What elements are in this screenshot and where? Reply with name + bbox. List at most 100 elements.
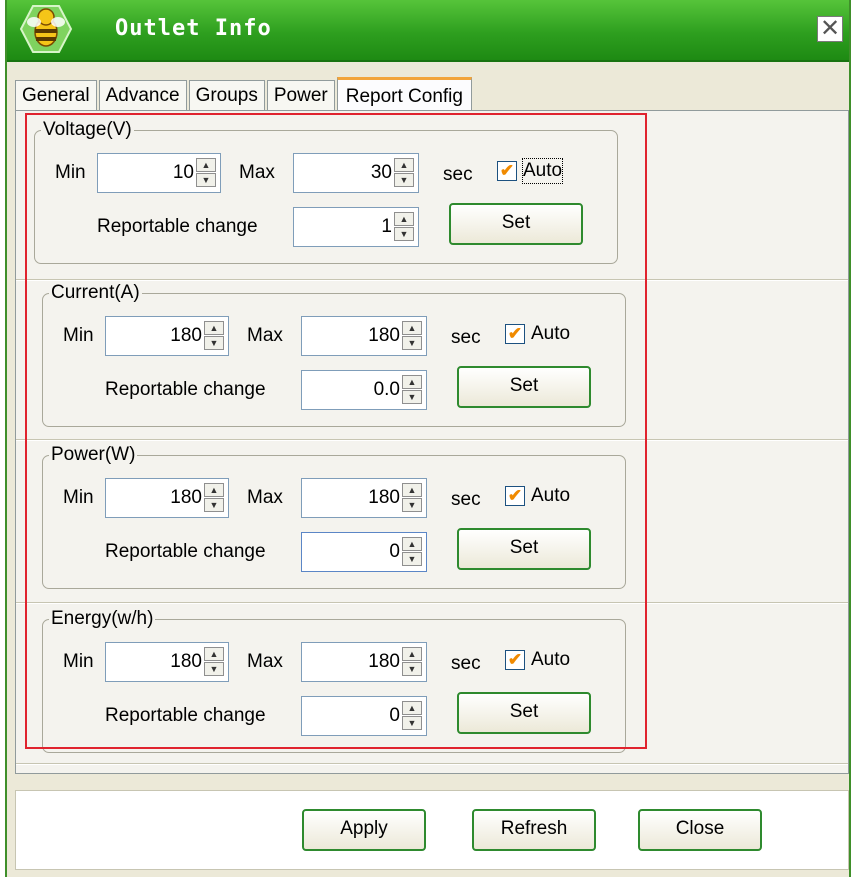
max-spinner[interactable]: ▲ ▼ xyxy=(402,647,422,677)
max-field[interactable]: 180 ▲ ▼ xyxy=(301,316,427,356)
reportable-change-field[interactable]: 0 ▲ ▼ xyxy=(301,696,427,736)
sec-label: sec xyxy=(443,164,473,185)
spin-down-icon[interactable]: ▼ xyxy=(402,552,422,566)
apply-button[interactable]: Apply xyxy=(302,809,426,851)
max-value: 30 xyxy=(370,162,392,183)
spin-up-icon[interactable]: ▲ xyxy=(204,647,224,661)
set-button[interactable]: Set xyxy=(457,692,591,734)
min-label: Min xyxy=(63,325,94,346)
reportable-change-value: 1 xyxy=(381,216,392,237)
spin-down-icon[interactable]: ▼ xyxy=(402,498,422,512)
min-spinner[interactable]: ▲ ▼ xyxy=(204,647,224,677)
spin-up-icon[interactable]: ▲ xyxy=(402,701,422,715)
current-group: Current(A) Min 180 ▲ ▼ Max 180 ▲ ▼ sec ✔ A… xyxy=(42,282,626,427)
group-legend: Current(A) xyxy=(49,282,142,304)
auto-label[interactable]: Auto xyxy=(531,648,570,672)
auto-checkbox[interactable]: ✔ xyxy=(505,650,525,670)
change-spinner[interactable]: ▲ ▼ xyxy=(402,701,422,731)
max-label: Max xyxy=(239,162,275,183)
min-value: 180 xyxy=(170,325,202,346)
reportable-change-field[interactable]: 1 ▲ ▼ xyxy=(293,207,419,247)
close-icon[interactable]: ✕ xyxy=(817,16,843,42)
spin-down-icon[interactable]: ▼ xyxy=(394,173,414,187)
spin-up-icon[interactable]: ▲ xyxy=(402,483,422,497)
tab-report-config[interactable]: Report Config xyxy=(336,77,472,111)
spin-down-icon[interactable]: ▼ xyxy=(204,498,224,512)
spin-down-icon[interactable]: ▼ xyxy=(204,336,224,350)
min-field[interactable]: 180 ▲ ▼ xyxy=(105,316,229,356)
min-label: Min xyxy=(63,651,94,672)
spin-down-icon[interactable]: ▼ xyxy=(402,716,422,730)
group-legend: Power(W) xyxy=(49,444,138,466)
min-spinner[interactable]: ▲ ▼ xyxy=(196,158,216,188)
min-field[interactable]: 180 ▲ ▼ xyxy=(105,478,229,518)
reportable-change-label: Reportable change xyxy=(105,379,266,400)
auto-label[interactable]: Auto xyxy=(531,322,570,346)
tab-groups[interactable]: Groups xyxy=(188,80,265,110)
max-spinner[interactable]: ▲ ▼ xyxy=(402,483,422,513)
sec-label: sec xyxy=(451,489,481,510)
set-button[interactable]: Set xyxy=(457,366,591,408)
reportable-change-label: Reportable change xyxy=(97,216,258,237)
min-value: 180 xyxy=(170,487,202,508)
tab-strip: General Advance Groups Power Report Conf… xyxy=(15,76,474,111)
change-spinner[interactable]: ▲ ▼ xyxy=(394,212,414,242)
refresh-button[interactable]: Refresh xyxy=(472,809,596,851)
change-spinner[interactable]: ▲ ▼ xyxy=(402,537,422,567)
max-spinner[interactable]: ▲ ▼ xyxy=(394,158,414,188)
close-button[interactable]: Close xyxy=(638,809,762,851)
max-field[interactable]: 180 ▲ ▼ xyxy=(301,478,427,518)
separator xyxy=(16,279,848,281)
tab-power[interactable]: Power xyxy=(266,80,335,110)
group-legend: Energy(w/h) xyxy=(49,608,156,630)
spin-up-icon[interactable]: ▲ xyxy=(196,158,216,172)
min-field[interactable]: 10 ▲ ▼ xyxy=(97,153,221,193)
min-field[interactable]: 180 ▲ ▼ xyxy=(105,642,229,682)
spin-down-icon[interactable]: ▼ xyxy=(402,336,422,350)
bee-icon xyxy=(19,5,73,53)
separator xyxy=(16,439,848,441)
spin-up-icon[interactable]: ▲ xyxy=(402,321,422,335)
tab-advance[interactable]: Advance xyxy=(98,80,187,110)
tab-general[interactable]: General xyxy=(15,80,97,110)
max-label: Max xyxy=(247,651,283,672)
spin-down-icon[interactable]: ▼ xyxy=(394,227,414,241)
spin-up-icon[interactable]: ▲ xyxy=(402,647,422,661)
max-value: 180 xyxy=(368,487,400,508)
auto-label[interactable]: Auto xyxy=(521,158,564,184)
min-spinner[interactable]: ▲ ▼ xyxy=(204,321,224,351)
spin-down-icon[interactable]: ▼ xyxy=(402,390,422,404)
reportable-change-field[interactable]: 0.0 ▲ ▼ xyxy=(301,370,427,410)
power-group: Power(W) Min 180 ▲ ▼ Max 180 ▲ ▼ sec ✔ Aut… xyxy=(42,444,626,589)
auto-checkbox[interactable]: ✔ xyxy=(505,324,525,344)
title-bar[interactable]: Outlet Info ✕ xyxy=(7,0,849,62)
sec-label: sec xyxy=(451,653,481,674)
separator xyxy=(16,763,848,765)
spin-up-icon[interactable]: ▲ xyxy=(204,321,224,335)
reportable-change-value: 0 xyxy=(389,705,400,726)
reportable-change-value: 0.0 xyxy=(373,379,400,400)
auto-checkbox[interactable]: ✔ xyxy=(505,486,525,506)
sec-label: sec xyxy=(451,327,481,348)
spin-down-icon[interactable]: ▼ xyxy=(204,662,224,676)
max-field[interactable]: 30 ▲ ▼ xyxy=(293,153,419,193)
spin-down-icon[interactable]: ▼ xyxy=(402,662,422,676)
min-spinner[interactable]: ▲ ▼ xyxy=(204,483,224,513)
set-button[interactable]: Set xyxy=(457,528,591,570)
max-spinner[interactable]: ▲ ▼ xyxy=(402,321,422,351)
energy-group: Energy(w/h) Min 180 ▲ ▼ Max 180 ▲ ▼ sec ✔ … xyxy=(42,608,626,753)
spin-up-icon[interactable]: ▲ xyxy=(394,158,414,172)
auto-label[interactable]: Auto xyxy=(531,484,570,508)
max-field[interactable]: 180 ▲ ▼ xyxy=(301,642,427,682)
reportable-change-field[interactable]: 0 ▲ ▼ xyxy=(301,532,427,572)
spin-up-icon[interactable]: ▲ xyxy=(402,537,422,551)
min-value: 180 xyxy=(170,651,202,672)
spin-up-icon[interactable]: ▲ xyxy=(204,483,224,497)
spin-up-icon[interactable]: ▲ xyxy=(402,375,422,389)
change-spinner[interactable]: ▲ ▼ xyxy=(402,375,422,405)
spin-up-icon[interactable]: ▲ xyxy=(394,212,414,226)
set-button[interactable]: Set xyxy=(449,203,583,245)
spin-down-icon[interactable]: ▼ xyxy=(196,173,216,187)
min-label: Min xyxy=(55,162,86,183)
auto-checkbox[interactable]: ✔ xyxy=(497,161,517,181)
